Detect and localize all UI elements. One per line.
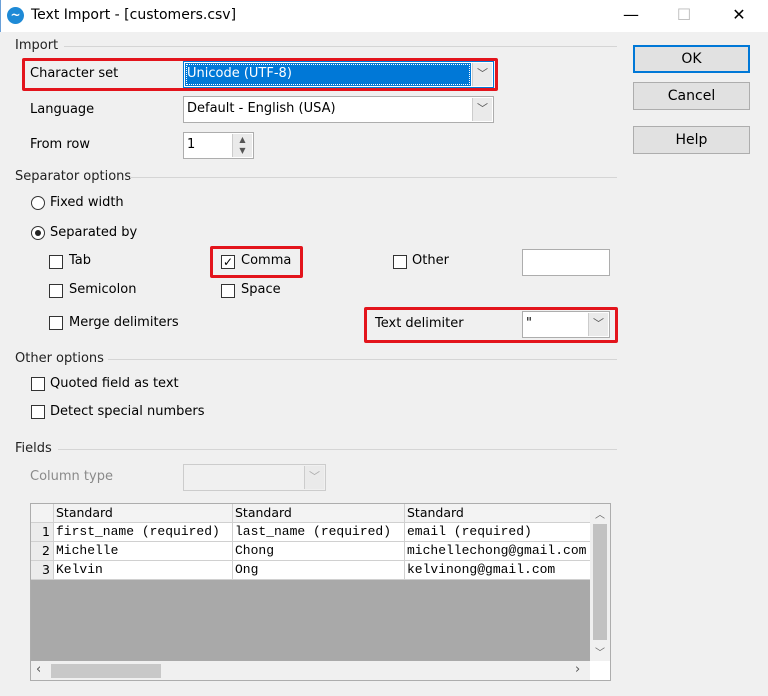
grid-cell: first_name (required) [54,523,233,542]
horizontal-scrollbar[interactable]: ‹ › [31,661,590,680]
other-options-section-label: Other options [15,351,104,366]
import-section-label: Import [15,38,59,53]
chevron-down-icon[interactable]: ﹀ [588,313,608,336]
column-type-select[interactable]: ﹀ [183,464,326,491]
charset-label: Character set [30,66,119,81]
detect-numbers-checkbox[interactable] [31,405,45,419]
detect-numbers-label: Detect special numbers [50,404,205,419]
divider [58,449,617,450]
minimize-button[interactable]: — [608,0,654,32]
vertical-scroll-thumb[interactable] [593,524,607,640]
separated-by-radio[interactable] [31,226,45,240]
divider [108,359,617,360]
vertical-scrollbar[interactable]: ︿ ﹀ [590,504,610,661]
horizontal-scroll-thumb[interactable] [51,664,161,678]
text-delimiter-select[interactable]: " ﹀ [522,311,610,338]
close-button[interactable]: ✕ [716,0,762,32]
tab-checkbox[interactable] [49,255,63,269]
maximize-button[interactable]: ☐ [661,0,707,32]
text-delimiter-label: Text delimiter [375,316,464,331]
scroll-up-icon[interactable]: ︿ [590,506,610,521]
row-number: 3 [31,561,54,580]
column-header[interactable]: Standard [405,504,591,523]
fromrow-spinner[interactable]: 1 ▲ ▼ [183,132,254,159]
fromrow-label: From row [30,137,90,152]
separator-section-label: Separator options [15,169,132,184]
chevron-down-icon[interactable]: ﹀ [472,98,492,121]
cancel-button[interactable]: Cancel [633,82,750,110]
ok-button[interactable]: OK [633,45,750,73]
column-type-label: Column type [30,469,113,484]
scroll-down-icon[interactable]: ﹀ [590,644,610,659]
other-input[interactable] [522,249,610,276]
charset-value: Unicode (UTF-8) [187,66,292,81]
chevron-down-icon[interactable]: ﹀ [304,466,324,489]
semicolon-label: Semicolon [69,282,137,297]
grid-cell: Michelle [54,542,233,561]
quoted-field-label: Quoted field as text [50,376,179,391]
separated-by-label: Separated by [50,225,138,240]
fields-section-label: Fields [15,441,52,456]
help-button[interactable]: Help [633,126,750,154]
grid-cell: Ong [233,561,405,580]
language-value: Default - English (USA) [187,101,336,116]
row-number: 2 [31,542,54,561]
chevron-down-icon[interactable]: ﹀ [472,63,492,86]
merge-delimiters-label: Merge delimiters [69,315,179,330]
semicolon-checkbox[interactable] [49,284,63,298]
column-header[interactable]: Standard [233,504,405,523]
spinner-arrows-icon[interactable]: ▲ ▼ [232,134,252,157]
space-checkbox[interactable] [221,284,235,298]
fromrow-value: 1 [187,137,196,152]
grid-cell: Kelvin [54,561,233,580]
tab-label: Tab [69,253,92,268]
fixed-width-label: Fixed width [50,195,124,210]
scroll-left-icon[interactable]: ‹ [36,662,41,677]
fixed-width-radio[interactable] [31,196,45,210]
grid-cell: Chong [233,542,405,561]
grid-cell: michellechong@gmail.com [405,542,591,561]
quoted-field-checkbox[interactable] [31,377,45,391]
column-header[interactable]: Standard [54,504,233,523]
grid-cell: last_name (required) [233,523,405,542]
grid-cell: kelvinong@gmail.com [405,561,591,580]
row-number: 1 [31,523,54,542]
other-label: Other [412,253,449,268]
space-label: Space [241,282,281,297]
comma-label: Comma [241,253,292,268]
language-select[interactable]: Default - English (USA) ﹀ [183,96,494,123]
corner-cell [31,504,54,523]
text-delimiter-value: " [526,316,532,331]
divider [130,177,617,178]
window-title: Text Import - [customers.csv] [31,7,237,23]
charset-select[interactable]: Unicode (UTF-8) ﹀ [183,61,494,88]
comma-checkbox[interactable]: ✓ [221,255,235,269]
grid-cell: email (required) [405,523,591,542]
grid-empty-area [31,580,590,661]
language-label: Language [30,102,95,117]
app-icon: ~ [7,7,24,24]
preview-grid[interactable]: Standard Standard Standard 1 first_name (… [30,503,611,681]
title-bar: ~ Text Import - [customers.csv] — ☐ ✕ [0,0,768,32]
merge-delimiters-checkbox[interactable] [49,316,63,330]
scroll-right-icon[interactable]: › [575,662,580,677]
divider [64,46,617,47]
other-checkbox[interactable] [393,255,407,269]
